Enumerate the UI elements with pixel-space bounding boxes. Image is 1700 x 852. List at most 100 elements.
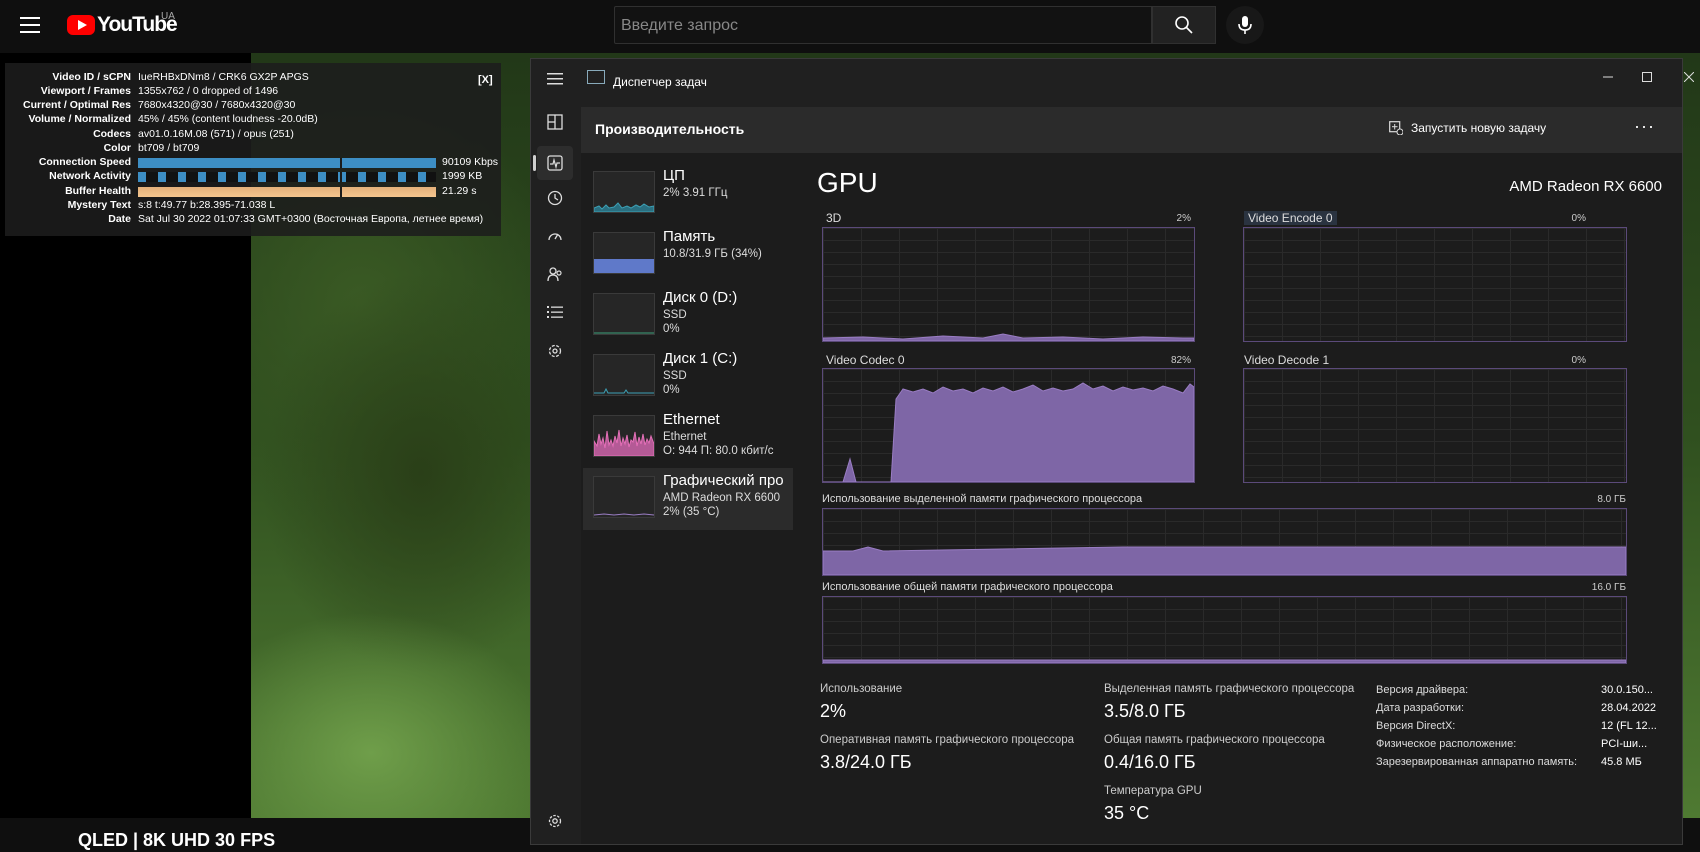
cpu-sparkline xyxy=(594,202,654,212)
shared-memory-stat-value: 0.4/16.0 ГБ xyxy=(1104,752,1196,772)
stats-row-codecs: Codecs av01.0.16M.08 (571) / opus (251) xyxy=(5,127,501,141)
minimize-button[interactable] xyxy=(1593,65,1623,89)
sidebar-item-memory[interactable]: Память 10.8/31.9 ГБ (34%) xyxy=(583,224,793,286)
sidebar-item-ethernet[interactable]: Ethernet Ethernet О: 944 П: 80.0 кбит/с xyxy=(583,407,793,469)
minimize-icon xyxy=(1603,76,1613,78)
performance-icon xyxy=(547,155,563,171)
driver-date-value: 28.04.2022 xyxy=(1601,702,1657,714)
shared-memory-graph xyxy=(822,596,1627,664)
list-icon xyxy=(547,306,563,318)
sidebar-item-gpu[interactable]: Графический про AMD Radeon RX 6600 2% (3… xyxy=(583,468,793,530)
stats-key: Video ID / sCPN xyxy=(52,71,131,83)
sidebar-item-label: Диск 1 (C:) xyxy=(663,350,738,367)
sidebar-item-cpu[interactable]: ЦП 2% 3.91 ГГц xyxy=(583,163,793,225)
nav-app-history[interactable] xyxy=(543,186,567,210)
sidebar-item-disk-d[interactable]: Диск 0 (D:) SSD 0% xyxy=(583,285,793,347)
ethernet-sparkline xyxy=(594,429,654,456)
buffer-health-bar xyxy=(138,187,436,197)
more-options-button[interactable]: ··· xyxy=(1634,116,1655,137)
cpu-thumbnail-graph xyxy=(593,171,655,213)
stats-key: Color xyxy=(103,142,131,154)
gpu-temperature-label: Температура GPU xyxy=(1104,785,1202,797)
gpu-ram-value: 3.8/24.0 ГБ xyxy=(820,752,912,772)
close-icon xyxy=(1684,72,1694,82)
region-badge: UA xyxy=(161,11,175,22)
dedicated-memory-max: 8.0 ГБ xyxy=(1597,494,1626,505)
connection-speed-bar xyxy=(138,158,436,168)
engine-select-video-decode[interactable]: Video Decode 1 xyxy=(1244,353,1329,367)
youtube-play-icon xyxy=(67,15,95,35)
nav-details[interactable] xyxy=(543,300,567,324)
stats-row-mystery-text: Mystery Text s:8 t:49.77 b:28.395-71.038… xyxy=(5,198,501,212)
stats-value: 45% / 45% (content loudness -20.0dB) xyxy=(138,113,318,125)
ethernet-thumbnail-graph xyxy=(593,415,655,457)
search-button[interactable] xyxy=(1152,6,1216,44)
stats-row-color: Color bt709 / bt709 xyxy=(5,141,501,155)
hamburger-menu-button[interactable] xyxy=(543,67,567,91)
nav-services[interactable] xyxy=(543,339,567,363)
sidebar-item-label: ЦП xyxy=(663,167,685,184)
nav-settings[interactable] xyxy=(543,809,567,833)
stats-value: 7680x4320@30 / 7680x4320@30 xyxy=(138,99,296,111)
disk-d-sparkline xyxy=(594,332,654,334)
sidebar-item-detail: Ethernet xyxy=(663,431,707,443)
sidebar-item-detail: SSD xyxy=(663,309,687,321)
sidebar-item-detail: AMD Radeon RX 6600 xyxy=(663,492,780,504)
stats-row-viewport: Viewport / Frames 1355x762 / 0 dropped o… xyxy=(5,84,501,98)
disk-d-thumbnail-graph xyxy=(593,293,655,335)
title-bar: Диспетчер задач xyxy=(579,59,1694,99)
dedicated-memory-stat-label: Выделенная память графического процессор… xyxy=(1104,683,1355,695)
youtube-logo[interactable]: YouTube UA xyxy=(67,11,178,37)
nav-processes[interactable] xyxy=(543,110,567,134)
dedicated-memory-plot xyxy=(823,546,1626,575)
stats-key: Buffer Health xyxy=(65,185,131,197)
nav-startup-apps[interactable] xyxy=(543,224,567,248)
sidebar-item-usage: 2% (35 °C) xyxy=(663,506,720,518)
stats-for-nerds-panel: [X] Video ID / sCPN IueRHBxDNm8 / CRK6 G… xyxy=(5,63,501,236)
engine-select-video-encode[interactable]: Video Encode 0 xyxy=(1244,211,1337,225)
stats-row-video-id: Video ID / sCPN IueRHBxDNm8 / CRK6 GX2P … xyxy=(5,70,501,84)
reserved-memory-value: 45.8 МБ xyxy=(1601,756,1642,768)
usage-value: 2% xyxy=(820,701,847,721)
engine-video-decode-pct: 0% xyxy=(1571,355,1586,366)
close-button[interactable] xyxy=(1674,65,1700,89)
microphone-icon xyxy=(1238,16,1252,34)
services-icon xyxy=(548,344,562,358)
network-activity-bar xyxy=(138,172,436,182)
stats-value: 1999 KB xyxy=(442,170,483,182)
run-new-task-button[interactable]: Запустить новую задачу xyxy=(1389,121,1546,135)
menu-icon[interactable] xyxy=(20,17,40,33)
engine-graph-3d-plot xyxy=(823,333,1194,341)
engine-select-video-codec[interactable]: Video Codec 0 xyxy=(826,353,905,367)
engine-select-3d[interactable]: 3D xyxy=(826,211,841,225)
speedometer-icon xyxy=(548,233,562,241)
directx-version-value: 12 (FL 12... xyxy=(1601,720,1657,732)
video-title: QLED | 8K UHD 30 FPS xyxy=(78,830,276,850)
dedicated-memory-label: Использование выделенной памяти графичес… xyxy=(822,493,1143,505)
sidebar-item-label: Память xyxy=(663,228,716,245)
maximize-button[interactable] xyxy=(1632,65,1662,89)
stats-row-volume: Volume / Normalized 45% / 45% (content l… xyxy=(5,112,501,126)
sidebar-item-detail: 10.8/31.9 ГБ (34%) xyxy=(663,248,762,260)
engine-3d-pct: 2% xyxy=(1176,213,1191,224)
shared-memory-label: Использование общей памяти графического … xyxy=(822,581,1113,593)
engine-graph-video-encode xyxy=(1243,227,1627,342)
search-input[interactable] xyxy=(615,7,1123,45)
gear-icon xyxy=(548,814,562,828)
sidebar-item-detail: 2% 3.91 ГГц xyxy=(663,187,728,199)
run-new-task-label: Запустить новую задачу xyxy=(1411,121,1547,135)
usage-label: Использование xyxy=(820,683,903,695)
sidebar-item-label: Ethernet xyxy=(663,411,720,428)
engine-video-codec-pct: 82% xyxy=(1170,355,1191,366)
sidebar-item-disk-c[interactable]: Диск 1 (C:) SSD 0% xyxy=(583,346,793,408)
stats-row-date: Date Sat Jul 30 2022 01:07:33 GMT+0300 (… xyxy=(5,212,501,226)
users-icon xyxy=(547,267,562,282)
directx-version-label: Версия DirectX: xyxy=(1376,720,1456,732)
nav-performance[interactable] xyxy=(537,146,573,180)
engine-graph-3d xyxy=(822,227,1195,342)
nav-users[interactable] xyxy=(543,262,567,286)
search-box xyxy=(614,6,1152,45)
stats-row-resolution: Current / Optimal Res 7680x4320@30 / 768… xyxy=(5,98,501,112)
menu-icon xyxy=(547,73,563,85)
voice-search-button[interactable] xyxy=(1226,6,1264,44)
